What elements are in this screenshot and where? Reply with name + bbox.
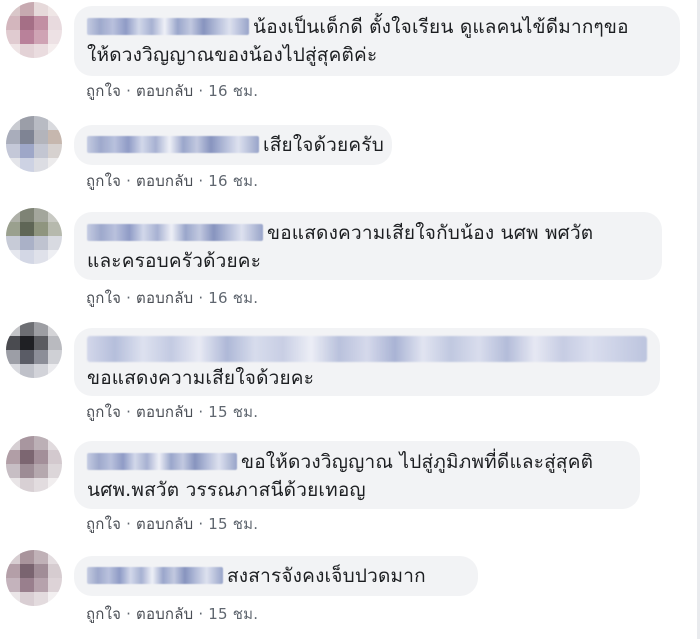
separator: · (198, 515, 204, 533)
like-button[interactable]: ถูกใจ (86, 289, 121, 307)
separator: · (126, 515, 132, 533)
separator: · (198, 605, 204, 623)
like-button[interactable]: ถูกใจ (86, 403, 121, 421)
comment-bubble: ขอแสดงความเสียใจกับน้อง นศพ พศวัต และครอ… (74, 212, 662, 280)
author-name[interactable] (87, 453, 237, 470)
separator: · (126, 403, 132, 421)
comment-meta: ถูกใจ · ตอบกลับ · 15 ชม. (86, 514, 258, 534)
timestamp-link[interactable]: 15 ชม. (208, 515, 258, 533)
author-name[interactable] (87, 136, 259, 153)
author-name[interactable] (87, 336, 647, 362)
reply-button[interactable]: ตอบกลับ (136, 403, 193, 421)
separator: · (126, 605, 132, 623)
comment-bubble: น้องเป็นเด็กดี ตั้งใจเรียน ดูแลคนไข้ดีมา… (74, 6, 680, 76)
like-button[interactable]: ถูกใจ (86, 605, 121, 623)
comment-text: เสียใจด้วยครับ (263, 134, 384, 156)
reply-button[interactable]: ตอบกลับ (136, 605, 193, 623)
comment-meta: ถูกใจ · ตอบกลับ · 16 ชม. (86, 81, 258, 101)
avatar[interactable] (6, 2, 62, 58)
comment-meta: ถูกใจ · ตอบกลับ · 16 ชม. (86, 171, 258, 191)
avatar[interactable] (6, 116, 62, 172)
comment-meta: ถูกใจ · ตอบกลับ · 15 ชม. (86, 402, 258, 422)
comment-bubble: ขอให้ดวงวิญญาณ ไปสู่ภูมิภพที่ดีและสู่สุค… (74, 441, 640, 509)
separator: · (126, 172, 132, 190)
separator: · (198, 82, 204, 100)
avatar[interactable] (6, 436, 62, 492)
reply-button[interactable]: ตอบกลับ (136, 172, 193, 190)
separator: · (126, 289, 132, 307)
comment-text: ขอแสดงความเสียใจกับน้อง นศพ พศวัต (267, 222, 594, 244)
comment-text: น้องเป็นเด็กดี ตั้งใจเรียน ดูแลคนไข้ดีมา… (253, 16, 629, 38)
avatar[interactable] (6, 208, 62, 264)
comment-meta: ถูกใจ · ตอบกลับ · 16 ชม. (86, 288, 258, 308)
reply-button[interactable]: ตอบกลับ (136, 289, 193, 307)
author-name[interactable] (87, 18, 249, 35)
comment-text: สงสารจังคงเจ็บปวดมาก (227, 565, 426, 587)
like-button[interactable]: ถูกใจ (86, 515, 121, 533)
separator: · (198, 289, 204, 307)
comment-text-line2: และครอบครัวด้วยคะ (87, 250, 262, 272)
timestamp-link[interactable]: 15 ชม. (208, 605, 258, 623)
comment-text-line2: ให้ดวงวิญญาณของน้องไปสู่สุคติค่ะ (87, 44, 378, 66)
comment-text: ขอแสดงความเสียใจด้วยคะ (87, 367, 315, 389)
comment-meta: ถูกใจ · ตอบกลับ · 15 ชม. (86, 604, 258, 624)
comment-text-line2: นศพ.พสวัต วรรณภาสนีด้วยเทอญ (87, 479, 366, 501)
separator: · (198, 403, 204, 421)
like-button[interactable]: ถูกใจ (86, 82, 121, 100)
timestamp-link[interactable]: 15 ชม. (208, 403, 258, 421)
comment-bubble: เสียใจด้วยครับ (74, 125, 392, 165)
reply-button[interactable]: ตอบกลับ (136, 82, 193, 100)
reply-button[interactable]: ตอบกลับ (136, 515, 193, 533)
comment-bubble: ขอแสดงความเสียใจด้วยคะ (74, 328, 660, 396)
separator: · (126, 82, 132, 100)
timestamp-link[interactable]: 16 ชม. (208, 82, 258, 100)
like-button[interactable]: ถูกใจ (86, 172, 121, 190)
author-name[interactable] (87, 224, 263, 241)
timestamp-link[interactable]: 16 ชม. (208, 172, 258, 190)
author-name[interactable] (87, 567, 223, 584)
separator: · (198, 172, 204, 190)
avatar[interactable] (6, 550, 62, 606)
avatar[interactable] (6, 322, 62, 378)
comment-bubble: สงสารจังคงเจ็บปวดมาก (74, 556, 478, 596)
timestamp-link[interactable]: 16 ชม. (208, 289, 258, 307)
comment-text: ขอให้ดวงวิญญาณ ไปสู่ภูมิภพที่ดีและสู่สุค… (241, 451, 594, 473)
